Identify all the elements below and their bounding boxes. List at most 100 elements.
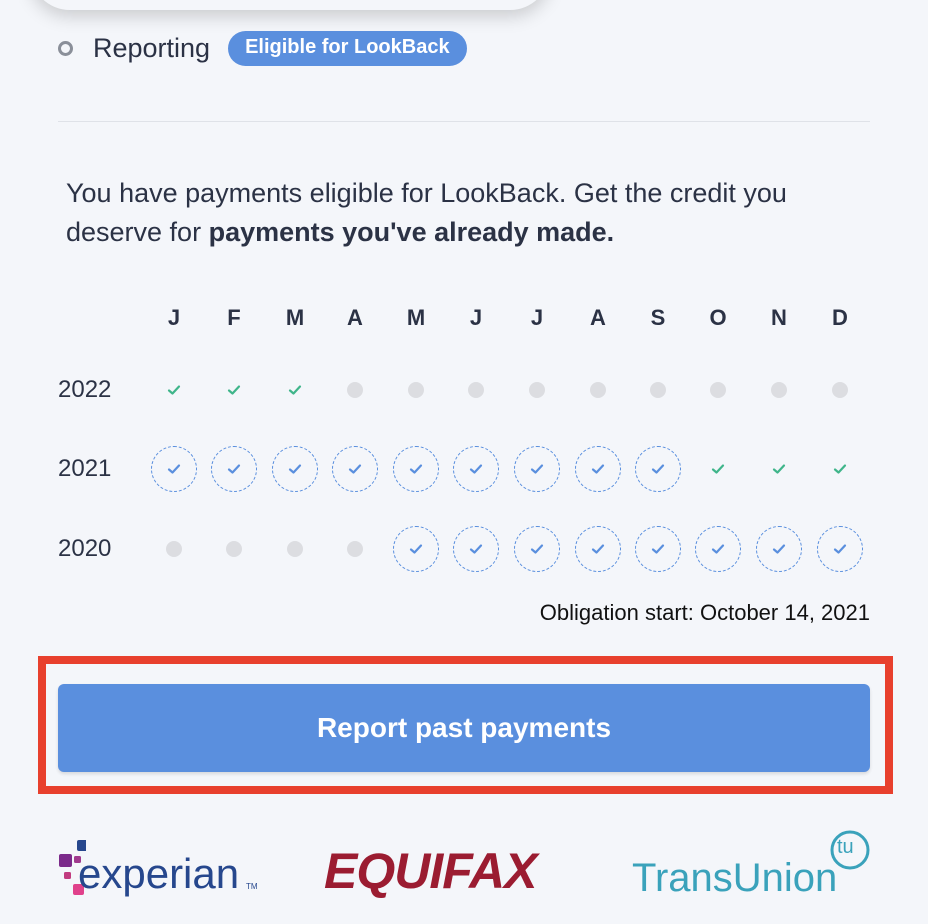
month-label: A (590, 305, 606, 330)
month-label: M (285, 305, 305, 330)
year-label: 2021 (58, 455, 112, 482)
reported-payment-cell (817, 446, 863, 492)
empty-payment-cell (575, 367, 621, 413)
empty-payment-cell (695, 367, 741, 413)
reported-payment-cell (211, 367, 257, 413)
check-icon (530, 464, 544, 474)
check-icon (530, 544, 544, 554)
empty-payment-cell (332, 526, 378, 572)
empty-dot-icon (650, 382, 666, 398)
lookback-payment-cell (575, 446, 621, 492)
check-icon (711, 464, 725, 474)
check-icon (409, 464, 423, 474)
check-icon (409, 544, 423, 554)
empty-dot-icon (468, 382, 484, 398)
month-label: J (469, 305, 483, 330)
check-icon (591, 544, 605, 554)
lookback-payment-cell (817, 526, 863, 572)
lookback-payment-cell (272, 446, 318, 492)
check-icon (288, 385, 302, 395)
equifax-wordmark: EQUIFAX (324, 843, 537, 899)
lookback-payment-cell (453, 526, 499, 572)
empty-dot-icon (226, 541, 242, 557)
reported-payment-cell (272, 367, 318, 413)
lookback-payment-cell (393, 526, 439, 572)
experian-tm: TM (246, 882, 258, 891)
month-label: F (227, 305, 241, 330)
lookback-payment-cell (151, 446, 197, 492)
empty-payment-cell (272, 526, 318, 572)
check-icon (772, 464, 786, 474)
check-icon (591, 464, 605, 474)
obligation-start: Obligation start: October 14, 2021 (539, 600, 870, 625)
empty-dot-icon (590, 382, 606, 398)
empty-payment-cell (756, 367, 802, 413)
check-icon (167, 385, 181, 395)
empty-dot-icon (771, 382, 787, 398)
check-icon (833, 464, 847, 474)
lookback-payment-cell (575, 526, 621, 572)
empty-payment-cell (635, 367, 681, 413)
experian-wordmark: experian (78, 850, 240, 897)
empty-payment-cell (514, 367, 560, 413)
empty-dot-icon (832, 382, 848, 398)
empty-dot-icon (347, 541, 363, 557)
status-dot-icon (58, 40, 73, 56)
intro-text-bold: payments you've already made. (208, 217, 615, 247)
lookback-payment-cell (514, 446, 560, 492)
intro-text: You have payments eligible for LookBack.… (66, 174, 876, 252)
lookback-badge: Eligible for LookBack (228, 30, 467, 66)
lookback-payment-cell (756, 526, 802, 572)
month-label: M (406, 305, 426, 330)
lookback-payment-cell (514, 526, 560, 572)
lookback-payment-cell (635, 526, 681, 572)
empty-payment-cell (151, 526, 197, 572)
month-label: S (650, 305, 666, 330)
year-label: 2020 (58, 535, 112, 562)
empty-payment-cell (211, 526, 257, 572)
section-title: Reporting (93, 32, 211, 63)
transunion-wordmark: TransUnion (632, 856, 838, 900)
empty-dot-icon (710, 382, 726, 398)
check-icon (227, 464, 241, 474)
check-icon (833, 544, 847, 554)
empty-payment-cell (393, 367, 439, 413)
check-icon (772, 544, 786, 554)
top-panel-shadow (30, 0, 550, 10)
month-label: J (530, 305, 544, 330)
month-label: O (709, 305, 727, 330)
divider (58, 121, 870, 122)
empty-dot-icon (408, 382, 424, 398)
equifax-logo: EQUIFAX (324, 842, 537, 900)
transunion-logo: TransUnion tu (632, 828, 872, 908)
check-icon (288, 464, 302, 474)
lookback-payment-cell (332, 446, 378, 492)
lookback-payment-cell (393, 446, 439, 492)
empty-dot-icon (166, 541, 182, 557)
empty-dot-icon (529, 382, 545, 398)
credit-bureau-logos: experian TM EQUIFAX TransUnion tu (0, 820, 928, 920)
check-icon (651, 464, 665, 474)
month-label: D (832, 305, 848, 330)
lookback-payment-cell (453, 446, 499, 492)
year-label: 2022 (58, 376, 112, 403)
lookback-payment-cell (695, 526, 741, 572)
empty-payment-cell (817, 367, 863, 413)
check-icon (711, 544, 725, 554)
report-past-payments-button[interactable]: Report past payments (58, 684, 870, 772)
reported-payment-cell (695, 446, 741, 492)
reported-payment-cell (151, 367, 197, 413)
reporting-header: Reporting Eligible for LookBack (58, 26, 467, 70)
lookback-payment-cell (635, 446, 681, 492)
check-icon (469, 544, 483, 554)
empty-payment-cell (332, 367, 378, 413)
check-icon (651, 544, 665, 554)
check-icon (167, 464, 181, 474)
empty-dot-icon (347, 382, 363, 398)
empty-dot-icon (287, 541, 303, 557)
reported-payment-cell (756, 446, 802, 492)
check-icon (348, 464, 362, 474)
experian-logo: experian TM (56, 838, 266, 908)
month-label: J (167, 305, 181, 330)
empty-payment-cell (453, 367, 499, 413)
